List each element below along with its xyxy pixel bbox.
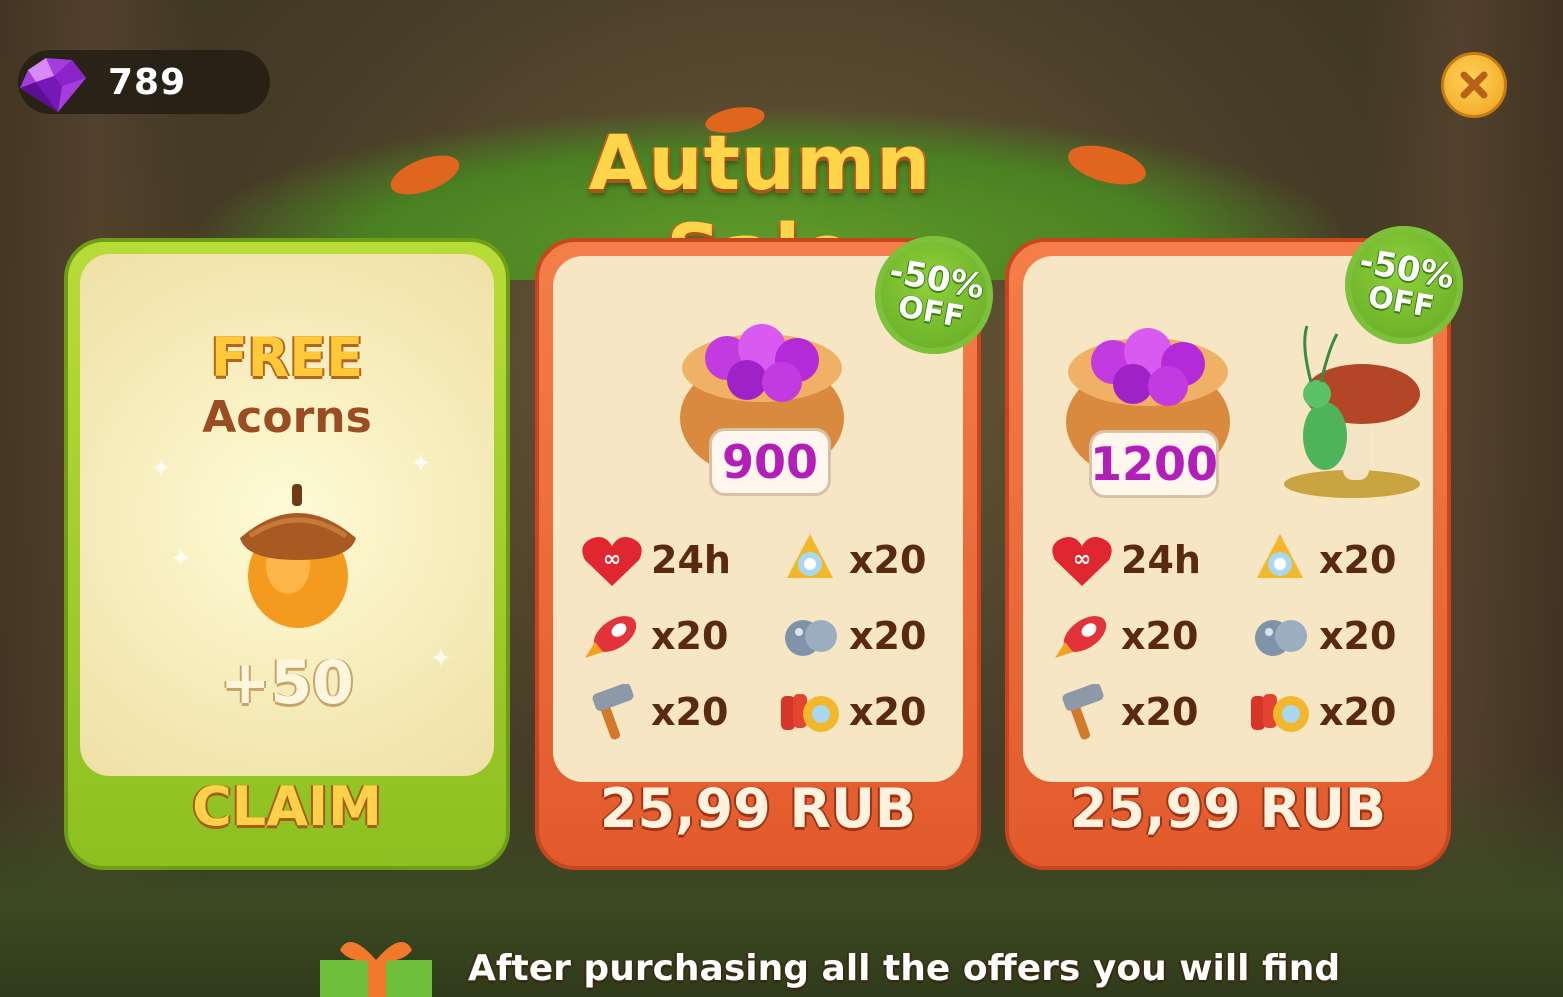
free-title: FREE	[210, 326, 364, 389]
item-value: x20	[651, 614, 729, 658]
autumn-leaf-icon	[1068, 145, 1146, 185]
free-subtitle: Acorns	[202, 392, 372, 443]
infinite-lives-heart-icon: ∞	[582, 537, 642, 586]
autumn-leaf-icon	[390, 155, 460, 195]
item-value: x20	[849, 538, 927, 582]
free-card-panel: FREE Acorns ✦ ✦ ✦ ✦ +50	[80, 254, 494, 776]
sparkle-icon: ✦	[150, 454, 172, 484]
dynamite-booster-icon	[1251, 694, 1309, 732]
sparkle-icon: ✦	[410, 449, 432, 479]
svg-text:∞: ∞	[603, 547, 621, 572]
item-value: x20	[651, 690, 729, 734]
hammer-icon	[592, 684, 634, 740]
hammer-icon	[1062, 684, 1104, 740]
item-value: x20	[849, 614, 927, 658]
gem-amount-tag: 1200	[1089, 430, 1219, 498]
bomb-booster-icon	[1255, 620, 1307, 656]
price-button[interactable]: 25,99 RUB	[539, 777, 977, 840]
dynamite-booster-icon	[781, 694, 839, 732]
rocket-booster-icon	[585, 616, 637, 658]
footer-info-text: After purchasing all the offers you will…	[468, 948, 1341, 989]
sparkle-icon: ✦	[170, 544, 192, 574]
svg-text:∞: ∞	[1073, 547, 1091, 572]
item-value: 24h	[1121, 538, 1201, 582]
gift-icon	[320, 942, 432, 997]
bomb-booster-icon	[785, 620, 837, 656]
item-value: x20	[1121, 614, 1199, 658]
item-value: x20	[1319, 538, 1397, 582]
infinite-lives-heart-icon: ∞	[1052, 537, 1112, 586]
propeller-booster-icon	[1257, 534, 1303, 578]
propeller-booster-icon	[787, 534, 833, 578]
item-value: x20	[849, 690, 927, 734]
item-value: 24h	[651, 538, 731, 582]
gem-amount-tag: 900	[709, 428, 831, 496]
rocket-booster-icon	[1055, 616, 1107, 658]
close-button[interactable]	[1441, 52, 1507, 118]
acorn-icon	[240, 484, 356, 628]
free-amount: +50	[220, 648, 354, 718]
close-icon	[1460, 71, 1488, 99]
grasshopper-mushroom-icon	[1284, 325, 1420, 498]
item-value: x20	[1319, 690, 1397, 734]
gem-count: 789	[108, 62, 187, 103]
item-value: x20	[1121, 690, 1199, 734]
claim-button[interactable]: CLAIM	[68, 775, 506, 838]
free-acorns-card: FREE Acorns ✦ ✦ ✦ ✦ +50 CLAIM	[64, 238, 510, 870]
item-value: x20	[1319, 614, 1397, 658]
discount-off: OFF	[895, 289, 967, 336]
gem-icon	[20, 58, 86, 112]
discount-off: OFF	[1365, 279, 1437, 326]
price-button[interactable]: 25,99 RUB	[1009, 777, 1447, 840]
